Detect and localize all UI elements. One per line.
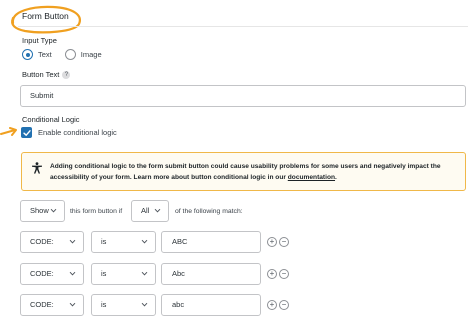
- action-select-value: Show: [30, 206, 49, 215]
- rule-3-operator-select[interactable]: is: [91, 294, 156, 316]
- header-divider: [18, 26, 468, 27]
- input-type-label: Input Type: [22, 36, 57, 45]
- rule-1-operator-value: is: [101, 237, 107, 246]
- chevron-down-icon: [69, 271, 76, 276]
- radio-image[interactable]: [64, 49, 76, 60]
- rule-2-field-select[interactable]: CODE:: [20, 263, 84, 285]
- notice-text: Adding conditional logic to the form sub…: [50, 163, 441, 181]
- rule-1-field-value: CODE:: [30, 237, 54, 246]
- rule-1-remove-button[interactable]: −: [279, 237, 289, 247]
- accessibility-icon: [32, 162, 42, 174]
- chevron-down-icon: [69, 239, 76, 244]
- chevron-down-icon: [141, 302, 148, 307]
- enable-conditional-logic-checkbox[interactable]: [21, 127, 32, 138]
- rule-1-field-select[interactable]: CODE:: [20, 231, 84, 253]
- rule-2-field-value: CODE:: [30, 269, 54, 278]
- rule-3-add-button[interactable]: +: [267, 300, 277, 310]
- button-text-input[interactable]: Submit: [20, 85, 466, 107]
- rule-2-remove-button[interactable]: −: [279, 269, 289, 279]
- rule-2-value-input[interactable]: Abc: [161, 263, 261, 285]
- rule-3-field-value: CODE:: [30, 300, 54, 309]
- radio-image-label: Image: [80, 50, 102, 59]
- rule-3-remove-button[interactable]: −: [279, 300, 289, 310]
- rule-3-value-input[interactable]: abc: [161, 294, 261, 316]
- rule-1-operator-select[interactable]: is: [91, 231, 156, 253]
- annotation-arrow-icon: [0, 127, 17, 136]
- button-text-label-row: Button Text?: [22, 70, 71, 79]
- rule-1-add-button[interactable]: +: [267, 237, 277, 247]
- accessibility-notice: Adding conditional logic to the form sub…: [21, 152, 466, 191]
- match-select-value: All: [141, 206, 150, 215]
- help-icon[interactable]: ?: [62, 71, 71, 79]
- input-type-radio-group: Text Image: [22, 49, 110, 60]
- chevron-down-icon: [50, 208, 57, 213]
- match-select[interactable]: All: [131, 200, 169, 222]
- rule-3-field-select[interactable]: CODE:: [20, 294, 84, 316]
- panel-title: Form Button: [22, 11, 69, 21]
- notice-end: .: [335, 174, 337, 181]
- button-text-label: Button Text: [22, 70, 60, 79]
- radio-text-label: Text: [38, 50, 52, 59]
- chevron-down-icon: [154, 208, 161, 213]
- rule-2-operator-select[interactable]: is: [91, 263, 156, 285]
- rule-1-value-input[interactable]: ABC: [161, 231, 261, 253]
- logic-suffix-text: of the following match:: [175, 208, 243, 215]
- enable-conditional-logic-label: Enable conditional logic: [38, 128, 117, 137]
- radio-text[interactable]: [22, 49, 33, 60]
- rule-2-operator-value: is: [101, 269, 107, 278]
- rule-2-add-button[interactable]: +: [267, 269, 277, 279]
- action-select[interactable]: Show: [20, 200, 65, 222]
- chevron-down-icon: [69, 302, 76, 307]
- documentation-link[interactable]: documentation: [288, 174, 335, 181]
- rule-3-operator-value: is: [101, 300, 107, 309]
- checkmark-icon: [22, 129, 31, 136]
- logic-middle-text: this form button if: [70, 208, 123, 215]
- notice-text-block: Adding conditional logic to the form sub…: [50, 161, 455, 183]
- enable-conditional-logic-row[interactable]: Enable conditional logic: [21, 127, 117, 138]
- chevron-down-icon: [141, 239, 148, 244]
- conditional-logic-label: Conditional Logic: [22, 115, 80, 124]
- chevron-down-icon: [141, 271, 148, 276]
